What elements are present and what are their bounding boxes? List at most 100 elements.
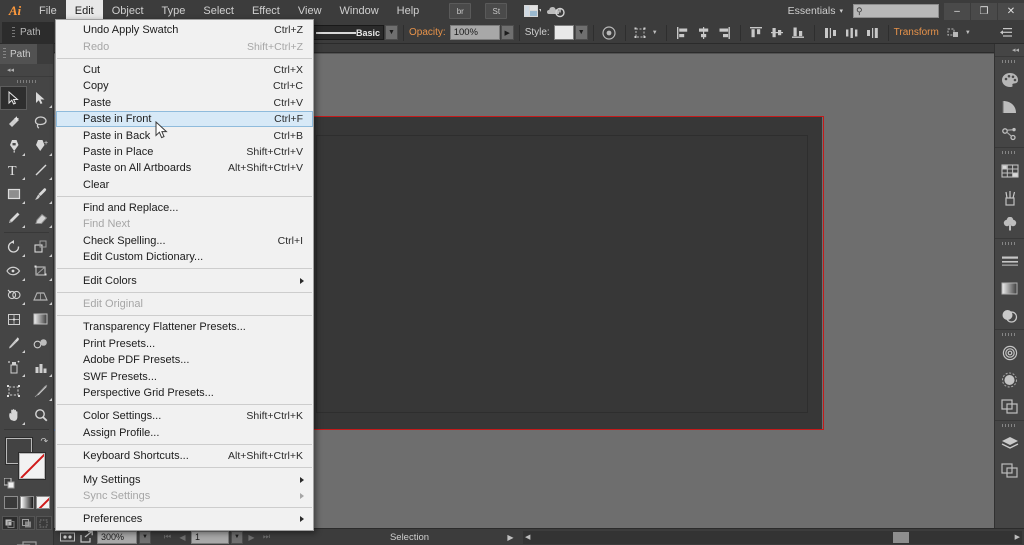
draw-behind-icon[interactable]	[18, 516, 35, 530]
distribute-right-icon[interactable]	[863, 24, 882, 41]
creative-cloud-icon[interactable]	[546, 2, 566, 20]
transform-each-icon[interactable]	[632, 24, 651, 41]
share-icon[interactable]	[78, 531, 95, 544]
artboard[interactable]	[310, 117, 822, 429]
stroke-panel-icon[interactable]	[995, 248, 1024, 275]
edit-menu-item-undo-apply-swatch[interactable]: Undo Apply Swatch Ctrl+Z	[56, 22, 313, 38]
edit-menu-item-color-settings[interactable]: Color Settings... Shift+Ctrl+K	[56, 408, 313, 424]
column-graph-tool[interactable]	[27, 355, 54, 379]
workspace-chevron-down-icon[interactable]: ▾	[839, 7, 849, 15]
edit-menu-item-edit-custom-dictionary[interactable]: Edit Custom Dictionary...	[56, 249, 313, 265]
close-button[interactable]: ✕	[998, 2, 1024, 20]
edit-menu-item-print-presets[interactable]: Print Presets...	[56, 336, 313, 352]
rotate-tool[interactable]	[0, 235, 27, 259]
perspective-grid-tool[interactable]	[27, 283, 54, 307]
edit-menu-item-assign-profile[interactable]: Assign Profile...	[56, 425, 313, 441]
transform-options-chevron-icon[interactable]: ▼	[965, 30, 971, 36]
style-chevron-down-icon[interactable]: ▼	[574, 25, 588, 40]
width-tool[interactable]	[0, 259, 27, 283]
zoom-level-input[interactable]: 300%	[97, 530, 137, 544]
cursor-coordinates-icon[interactable]	[59, 531, 76, 544]
tools-panel-tab[interactable]: Path	[0, 44, 37, 64]
edit-menu-item-my-settings[interactable]: My Settings	[56, 471, 313, 487]
pen-tool[interactable]	[0, 134, 27, 158]
rectangle-tool[interactable]	[0, 182, 27, 206]
edit-menu-item-preferences[interactable]: Preferences	[56, 511, 313, 527]
shape-builder-tool[interactable]	[0, 283, 27, 307]
previous-artboard-button[interactable]: ◀	[176, 531, 189, 544]
last-artboard-button[interactable]: ⏭	[260, 531, 273, 544]
edit-menu-item-find-and-replace[interactable]: Find and Replace...	[56, 200, 313, 216]
opacity-chevron-icon[interactable]: ▶	[500, 25, 514, 40]
dock-group-grip-icon[interactable]	[995, 57, 1024, 66]
layers-panel-icon[interactable]	[995, 430, 1024, 457]
edit-menu-item-edit-colors[interactable]: Edit Colors	[56, 272, 313, 288]
horizontal-scrollbar-thumb[interactable]	[893, 531, 909, 543]
dock-group-grip-icon[interactable]	[995, 330, 1024, 339]
stroke-color-swatch[interactable]	[19, 453, 45, 479]
magic-wand-tool[interactable]	[0, 110, 27, 134]
drag-grip-icon[interactable]	[12, 26, 15, 39]
transform-options-icon[interactable]	[945, 24, 964, 41]
stock-icon[interactable]: St	[485, 3, 508, 19]
recolor-artwork-icon[interactable]	[600, 24, 619, 41]
lasso-tool[interactable]	[27, 110, 54, 134]
none-mode-icon[interactable]	[35, 496, 50, 509]
add-anchor-point-tool[interactable]: +	[27, 134, 54, 158]
swap-fill-stroke-icon[interactable]: ↷	[40, 436, 48, 447]
edit-menu-item-paste-on-all-artboards[interactable]: Paste on All Artboards Alt+Shift+Ctrl+V	[56, 160, 313, 176]
artboards-list-panel-icon[interactable]	[995, 457, 1024, 484]
line-segment-tool[interactable]	[27, 158, 54, 182]
align-right-icon[interactable]	[715, 24, 734, 41]
edit-menu-item-copy[interactable]: Copy Ctrl+C	[56, 78, 313, 94]
edit-menu-item-swf-presets[interactable]: SWF Presets...	[56, 368, 313, 384]
symbol-sprayer-tool[interactable]	[0, 355, 27, 379]
color-mode-icon[interactable]	[3, 496, 18, 509]
draw-normal-icon[interactable]	[1, 516, 18, 530]
draw-inside-icon[interactable]	[35, 516, 52, 530]
paintbrush-tool[interactable]	[27, 182, 54, 206]
transform-each-chevron-icon[interactable]: ▼	[652, 30, 658, 36]
transparency-panel-icon[interactable]	[995, 302, 1024, 329]
align-left-icon[interactable]	[673, 24, 692, 41]
artboard-tool[interactable]	[0, 379, 27, 403]
align-top-icon[interactable]	[747, 24, 766, 41]
mesh-tool[interactable]	[0, 307, 27, 331]
distribute-center-v-icon[interactable]	[842, 24, 861, 41]
opacity-input[interactable]: 100%	[449, 25, 500, 40]
transform-link[interactable]: Transform	[894, 27, 939, 38]
status-menu-arrow-icon[interactable]: ▶	[504, 531, 517, 544]
menu-item-help[interactable]: Help	[388, 0, 429, 22]
swatches-panel-icon[interactable]	[995, 157, 1024, 184]
free-transform-tool[interactable]	[27, 259, 54, 283]
color-panel-icon[interactable]	[995, 66, 1024, 93]
menu-item-window[interactable]: Window	[331, 0, 388, 22]
edit-menu-item-cut[interactable]: Cut Ctrl+X	[56, 62, 313, 78]
panel-options-icon[interactable]	[997, 24, 1016, 41]
arrange-documents-icon[interactable]	[522, 2, 542, 20]
horizontal-scrollbar[interactable]: ◀ ▶	[523, 530, 1022, 544]
brushes-panel-icon[interactable]	[995, 184, 1024, 211]
change-screen-mode-icon[interactable]	[0, 540, 53, 545]
workspace-switcher-label[interactable]: Essentials	[784, 5, 840, 17]
pencil-tool[interactable]	[0, 206, 27, 230]
first-artboard-button[interactable]: ⏮	[161, 531, 174, 544]
tools-panel-grip-icon[interactable]	[0, 77, 53, 86]
symbols-panel-icon[interactable]	[995, 211, 1024, 238]
default-fill-stroke-icon[interactable]	[3, 477, 15, 489]
tools-panel-collapse-button[interactable]: ◂◂	[0, 64, 53, 77]
selection-tool[interactable]	[0, 86, 27, 110]
edit-menu-item-paste-in-back[interactable]: Paste in Back Ctrl+B	[56, 127, 313, 143]
stroke-profile-chevron-down-icon[interactable]: ▼	[385, 25, 398, 40]
align-center-h-icon[interactable]	[694, 24, 713, 41]
edit-menu-item-paste-in-place[interactable]: Paste in Place Shift+Ctrl+V	[56, 144, 313, 160]
hand-tool[interactable]	[0, 403, 27, 427]
eyedropper-tool[interactable]	[0, 331, 27, 355]
gradient-tool[interactable]	[27, 307, 54, 331]
dock-group-grip-icon[interactable]	[995, 421, 1024, 430]
restore-button[interactable]: ❐	[971, 2, 997, 20]
align-middle-icon[interactable]	[768, 24, 787, 41]
scale-tool[interactable]	[27, 235, 54, 259]
align-bottom-icon[interactable]	[789, 24, 808, 41]
distribute-left-icon[interactable]	[821, 24, 840, 41]
